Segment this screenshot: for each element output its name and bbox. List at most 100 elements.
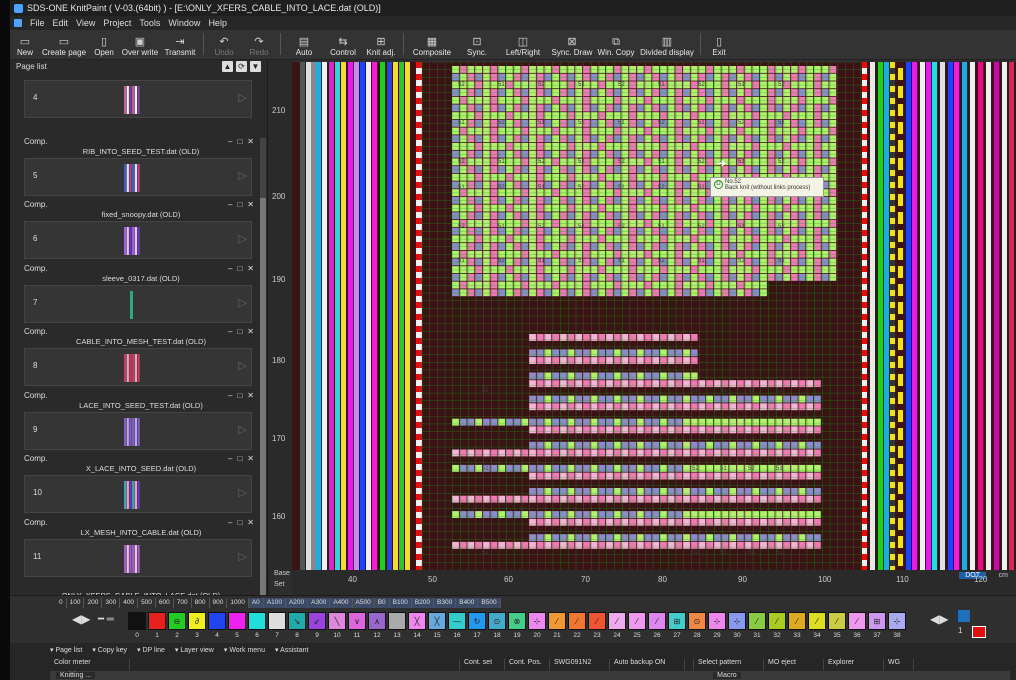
color-range-tab[interactable]: 300 — [102, 598, 121, 608]
close-icon[interactable]: ✕ — [247, 200, 254, 209]
macro-button[interactable]: Macro — [713, 672, 741, 679]
color-swatch[interactable]: ⁄ — [608, 612, 626, 630]
status-color-meter[interactable]: Color meter — [50, 659, 130, 670]
page-list-item[interactable]: Comp. – □ ✕ RIB_INTO_SEED_TEST.dat (OLD) 5 ▷ — [24, 136, 258, 198]
color-range-tab[interactable]: A400 — [330, 598, 353, 608]
color-swatch[interactable]: ⁄ — [788, 612, 806, 630]
toolbar-transmit-button[interactable]: ⇥ Transmit — [160, 29, 200, 57]
scroll-left-icon[interactable]: ◀▶ — [72, 612, 90, 626]
expand-arrow-icon[interactable]: ▷ — [239, 423, 247, 436]
expand-arrow-icon[interactable]: ▷ — [239, 169, 247, 182]
maximize-icon[interactable]: □ — [237, 518, 242, 527]
page-list-item[interactable]: Comp. – □ ✕ fixed_snoopy.dat (OLD) 6 ▷ — [24, 199, 258, 261]
panel-assistant[interactable]: Assistant — [275, 646, 308, 654]
color-range-tab[interactable]: 200 — [84, 598, 103, 608]
close-icon[interactable]: ✕ — [247, 391, 254, 400]
toolbar-new-button[interactable]: ▭ New — [10, 29, 40, 57]
color-range-tab[interactable]: B300 — [434, 598, 457, 608]
color-swatch[interactable]: ⁄ — [768, 612, 786, 630]
document-icon[interactable] — [14, 19, 22, 27]
page-list-item[interactable]: Comp. – □ ✕ LX_MESH_INTO_CABLE.dat (OLD) 11 ▷ — [24, 517, 258, 579]
menu-window[interactable]: Window — [168, 18, 200, 28]
page-item-body[interactable]: 11 ▷ — [24, 538, 252, 577]
minimize-icon[interactable]: – — [228, 264, 232, 273]
close-icon[interactable]: ✕ — [247, 518, 254, 527]
current-color-swatch[interactable] — [972, 626, 986, 638]
mo-eject-button[interactable]: MO eject — [764, 659, 824, 670]
maximize-icon[interactable]: □ — [237, 200, 242, 209]
expand-arrow-icon[interactable]: ▷ — [239, 91, 247, 104]
page-item-body[interactable]: 4 ▷ — [24, 80, 252, 118]
color-swatch[interactable]: ⁄ — [628, 612, 646, 630]
page-item-body[interactable]: 6 ▷ — [24, 221, 252, 259]
toolbar-exit-button[interactable]: ▯ Exit — [704, 29, 734, 57]
expand-arrow-icon[interactable]: ▷ — [239, 486, 247, 499]
page-list-item[interactable]: 4 ▷ — [24, 58, 258, 120]
menu-edit[interactable]: Edit — [53, 18, 69, 28]
color-swatch[interactable] — [388, 612, 406, 630]
panel-dp-line[interactable]: DP line — [137, 646, 164, 654]
color-swatch[interactable] — [248, 612, 266, 630]
color-swatch[interactable]: ╳ — [428, 612, 446, 630]
color-range-tab[interactable]: B200 — [411, 598, 435, 608]
expand-arrow-icon[interactable]: ▷ — [239, 359, 247, 372]
minimize-icon[interactable]: – — [228, 327, 232, 336]
close-icon[interactable]: ✕ — [247, 264, 254, 273]
menu-help[interactable]: Help — [208, 18, 227, 28]
page-list-item[interactable]: Comp. – □ ✕ LACE_INTO_SEED_TEST.dat (OLD) 9 ▷ — [24, 390, 258, 452]
toolbar-auto-button[interactable]: ▤ Auto — [284, 29, 324, 57]
color-swatch[interactable]: ↙ — [308, 612, 326, 630]
color-range-tab[interactable]: B100 — [389, 598, 412, 608]
expand-arrow-icon[interactable]: ▷ — [239, 232, 247, 245]
color-swatch[interactable]: ⁄ — [748, 612, 766, 630]
color-swatch[interactable]: ⁄ — [808, 612, 826, 630]
color-swatch[interactable]: ⊹ — [708, 612, 726, 630]
menu-file[interactable]: File — [30, 18, 45, 28]
color-swatch[interactable]: ⁄ — [548, 612, 566, 630]
minimize-icon[interactable]: – — [228, 137, 232, 146]
close-icon[interactable]: ✕ — [247, 327, 254, 336]
page-list-item[interactable]: Comp. – □ ✕ sleeve_0317.dat (OLD) 7 ▷ — [24, 263, 258, 325]
color-swatch[interactable]: ↻ — [468, 612, 486, 630]
color-swatch[interactable]: ⊹ — [728, 612, 746, 630]
maximize-icon[interactable]: □ — [237, 137, 242, 146]
color-swatch[interactable] — [148, 612, 166, 630]
color-swatch[interactable]: ∨ — [348, 612, 366, 630]
maximize-icon[interactable]: □ — [237, 264, 242, 273]
panel-page-list[interactable]: Page list — [50, 646, 82, 654]
color-swatch[interactable] — [208, 612, 226, 630]
page-item-body[interactable]: 5 ▷ — [24, 157, 252, 196]
color-swatch[interactable]: ⁄ — [568, 612, 586, 630]
color-range-tab[interactable]: A200 — [285, 598, 309, 608]
color-swatch[interactable] — [228, 612, 246, 630]
expand-arrow-icon[interactable]: ▷ — [239, 296, 247, 309]
color-range-tab[interactable]: 600 — [156, 598, 174, 608]
color-range-tab[interactable]: A500 — [352, 598, 375, 608]
palette-icon[interactable] — [958, 610, 970, 622]
toolbar-redo-button[interactable]: ↷ Redo — [241, 29, 277, 57]
color-swatch[interactable]: ∂ — [188, 612, 206, 630]
color-range-tab[interactable]: 0 — [56, 598, 67, 608]
menu-view[interactable]: View — [76, 18, 95, 28]
expand-arrow-icon[interactable]: ▷ — [239, 550, 247, 563]
minimize-icon[interactable]: – — [228, 200, 232, 209]
color-swatch[interactable]: — — [448, 612, 466, 630]
color-swatch[interactable] — [128, 612, 146, 630]
color-swatch[interactable]: ╳ — [408, 612, 426, 630]
page-item-body[interactable]: 9 ▷ — [24, 411, 252, 450]
toolbar-win-copy-button[interactable]: ⧉ Win. Copy — [595, 29, 637, 57]
color-range-tab[interactable]: 500 — [138, 598, 156, 608]
color-range-tab[interactable]: 1000 — [227, 598, 249, 608]
color-range-tab[interactable]: B0 — [374, 598, 390, 608]
color-swatch[interactable]: ⁄ — [848, 612, 866, 630]
menu-tools[interactable]: Tools — [139, 18, 160, 28]
toolbar-composite-button[interactable]: ▦ Composite — [407, 29, 457, 57]
page-item-body[interactable]: 7 ▷ — [24, 284, 252, 323]
panel-work-menu[interactable]: Work menu — [224, 646, 265, 654]
maximize-icon[interactable]: □ — [237, 327, 242, 336]
color-swatch[interactable]: ⊙ — [488, 612, 506, 630]
maximize-icon[interactable]: □ — [237, 454, 242, 463]
color-swatch[interactable]: ⁄ — [588, 612, 606, 630]
wg-button[interactable]: WG — [884, 659, 914, 670]
color-range-tab[interactable]: B500 — [478, 598, 501, 608]
